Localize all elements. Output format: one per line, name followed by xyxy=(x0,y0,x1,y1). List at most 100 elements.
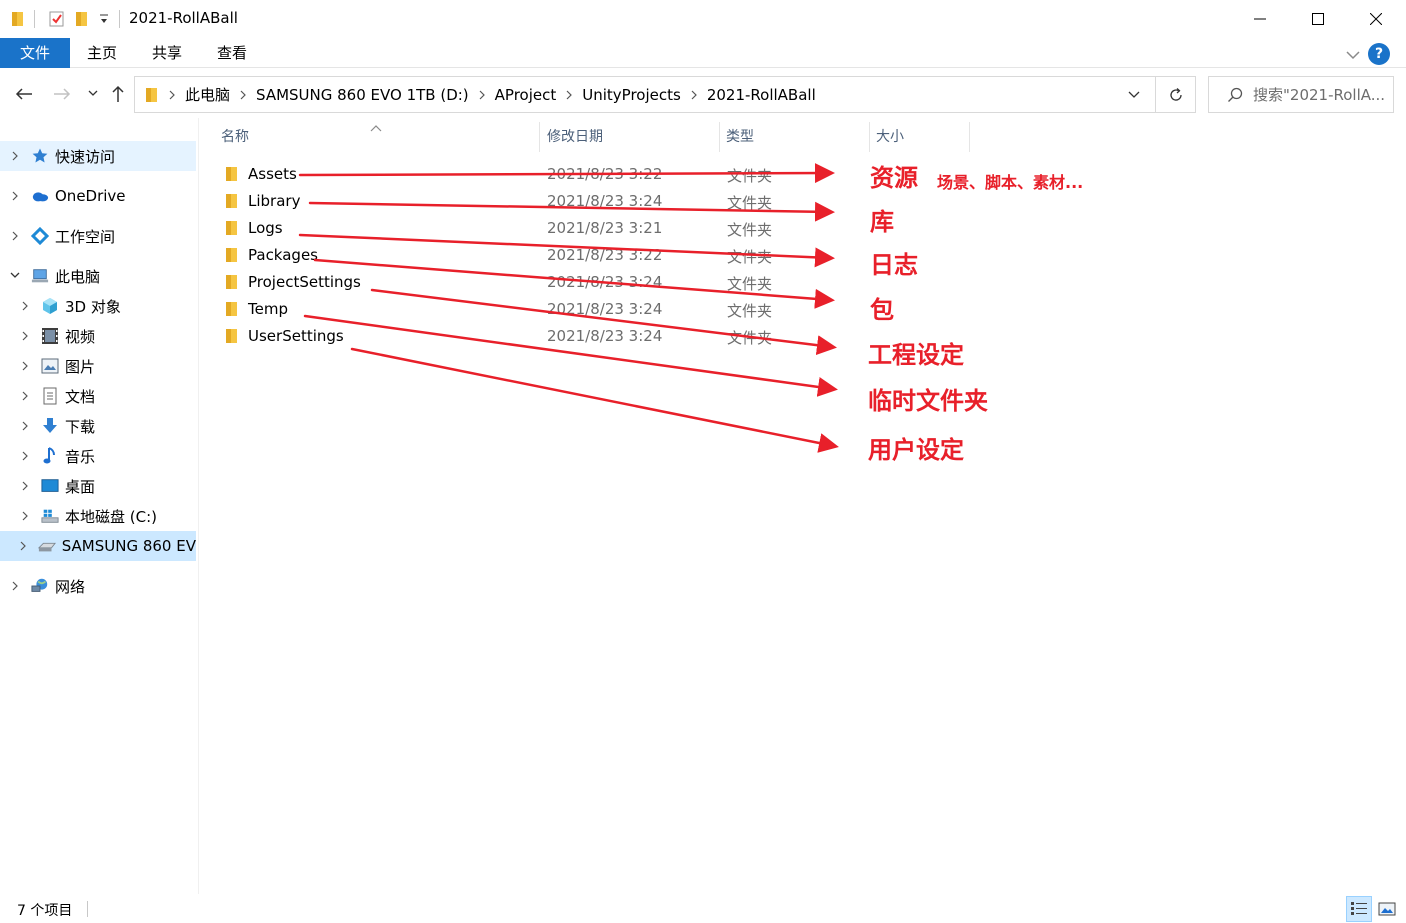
chevron-right-icon[interactable] xyxy=(9,190,21,202)
sidebar-item-videos[interactable]: 视频 xyxy=(0,321,196,351)
window-title: 2021-RollABall xyxy=(129,9,238,27)
status-bar: 7 个项目 xyxy=(0,894,1406,923)
breadcrumb-item[interactable]: 此电脑 xyxy=(185,84,230,105)
title-bar: 2021-RollABall xyxy=(0,0,1406,38)
chevron-right-icon[interactable] xyxy=(19,450,31,462)
properties-icon[interactable] xyxy=(48,10,66,28)
chevron-right-icon[interactable] xyxy=(19,540,28,552)
breadcrumb-item[interactable]: AProject xyxy=(495,86,557,104)
sidebar-item-label: 视频 xyxy=(65,327,96,346)
sidebar-item-this-pc[interactable]: 此电脑 xyxy=(0,261,196,291)
back-button[interactable] xyxy=(12,82,36,106)
minimize-button[interactable] xyxy=(1231,0,1289,38)
star-icon xyxy=(31,147,49,165)
details-view-icon xyxy=(1351,902,1367,915)
breadcrumb-item[interactable]: SAMSUNG 860 EVO 1TB (D:) xyxy=(256,86,469,104)
chevron-right-icon[interactable] xyxy=(239,90,247,100)
tab-file[interactable]: 文件 xyxy=(0,38,70,68)
chevron-right-icon[interactable] xyxy=(19,390,31,402)
file-type: 文件夹 xyxy=(727,329,773,347)
sidebar-item-music[interactable]: 音乐 xyxy=(0,441,196,471)
address-bar[interactable]: 此电脑 SAMSUNG 860 EVO 1TB (D:) AProject Un… xyxy=(134,76,1196,113)
chevron-right-icon[interactable] xyxy=(690,90,698,100)
recent-locations-button[interactable] xyxy=(81,82,105,106)
sidebar-item-quick-access[interactable]: 快速访问 xyxy=(0,141,196,171)
large-icons-view-button[interactable] xyxy=(1374,896,1400,922)
customize-quick-access-icon[interactable] xyxy=(98,12,116,30)
column-header-type[interactable]: 类型 xyxy=(720,122,870,152)
file-row[interactable]: Temp 2021/8/23 3:24 文件夹 xyxy=(216,296,976,323)
back-arrow-icon xyxy=(15,88,32,100)
folder-icon[interactable] xyxy=(10,10,28,28)
chevron-right-icon[interactable] xyxy=(19,300,31,312)
chevron-right-icon[interactable] xyxy=(168,90,176,100)
help-button[interactable]: ? xyxy=(1368,43,1390,65)
file-name: Packages xyxy=(248,246,318,264)
file-row[interactable]: Assets 2021/8/23 3:22 文件夹 xyxy=(216,161,976,188)
chevron-right-icon[interactable] xyxy=(565,90,573,100)
sidebar-item-label: 快速访问 xyxy=(55,147,116,166)
tab-view[interactable]: 查看 xyxy=(204,38,260,68)
tab-home[interactable]: 主页 xyxy=(74,38,130,68)
chevron-right-icon[interactable] xyxy=(19,330,31,342)
chevron-down-icon xyxy=(88,90,98,96)
chevron-right-icon[interactable] xyxy=(19,420,31,432)
file-type: 文件夹 xyxy=(727,302,773,320)
close-button[interactable] xyxy=(1347,0,1405,38)
sidebar-item-workspace[interactable]: 工作空间 xyxy=(0,221,196,251)
column-header-size[interactable]: 大小 xyxy=(870,122,970,152)
workspace-icon xyxy=(31,227,49,245)
file-row[interactable]: Library 2021/8/23 3:24 文件夹 xyxy=(216,188,976,215)
forward-button[interactable] xyxy=(50,82,74,106)
new-folder-icon[interactable] xyxy=(74,10,92,28)
file-name: UserSettings xyxy=(248,327,344,345)
sidebar-item-3d-objects[interactable]: 3D 对象 xyxy=(0,291,196,321)
column-header-name[interactable]: 名称 xyxy=(215,122,540,152)
file-type: 文件夹 xyxy=(727,275,773,293)
expand-ribbon-icon[interactable] xyxy=(1346,46,1360,64)
chevron-right-icon[interactable] xyxy=(19,480,31,492)
video-icon xyxy=(41,327,59,345)
details-view-button[interactable] xyxy=(1346,896,1372,922)
sidebar-item-label: SAMSUNG 860 EV xyxy=(61,537,196,555)
folder-icon xyxy=(224,166,240,186)
sidebar-item-samsung-drive[interactable]: SAMSUNG 860 EV xyxy=(0,531,196,561)
breadcrumb-item[interactable]: UnityProjects xyxy=(582,86,681,104)
chevron-right-icon[interactable] xyxy=(478,90,486,100)
sidebar-item-pictures[interactable]: 图片 xyxy=(0,351,196,381)
sidebar-item-local-disk-c[interactable]: 本地磁盘 (C:) xyxy=(0,501,196,531)
column-header-date[interactable]: 修改日期 xyxy=(541,122,720,152)
sidebar-item-desktop[interactable]: 桌面 xyxy=(0,471,196,501)
annotation-packages: 包 xyxy=(870,296,894,324)
file-row[interactable]: Logs 2021/8/23 3:21 文件夹 xyxy=(216,215,976,242)
breadcrumb-item[interactable]: 2021-RollABall xyxy=(707,86,816,104)
sidebar-item-onedrive[interactable]: OneDrive xyxy=(0,181,196,211)
search-input[interactable]: 搜索"2021-RollA... xyxy=(1208,76,1394,113)
file-row[interactable]: Packages 2021/8/23 3:22 文件夹 xyxy=(216,242,976,269)
chevron-right-icon[interactable] xyxy=(9,150,21,162)
sidebar-item-documents[interactable]: 文档 xyxy=(0,381,196,411)
chevron-right-icon[interactable] xyxy=(9,230,21,242)
file-row[interactable]: UserSettings 2021/8/23 3:24 文件夹 xyxy=(216,323,976,350)
chevron-down-icon[interactable] xyxy=(9,270,21,282)
file-date: 2021/8/23 3:24 xyxy=(547,327,663,345)
tab-share[interactable]: 共享 xyxy=(139,38,195,68)
sidebar-item-downloads[interactable]: 下载 xyxy=(0,411,196,441)
cube-icon xyxy=(41,297,59,315)
sidebar-item-label: 图片 xyxy=(65,357,96,376)
sidebar-item-network[interactable]: 网络 xyxy=(0,571,196,601)
file-row[interactable]: ProjectSettings 2021/8/23 3:24 文件夹 xyxy=(216,269,976,296)
sidebar-item-label: 文档 xyxy=(65,387,96,406)
network-icon xyxy=(31,577,49,595)
maximize-button[interactable] xyxy=(1289,0,1347,38)
annotation-project-settings: 工程设定 xyxy=(868,341,964,369)
up-button[interactable] xyxy=(106,82,130,106)
search-icon xyxy=(1227,87,1243,103)
close-icon xyxy=(1370,13,1382,25)
folder-icon xyxy=(224,274,240,294)
refresh-button[interactable] xyxy=(1155,77,1195,112)
address-history-button[interactable] xyxy=(1115,77,1153,112)
chevron-right-icon[interactable] xyxy=(9,580,21,592)
chevron-right-icon[interactable] xyxy=(19,360,31,372)
chevron-right-icon[interactable] xyxy=(19,510,31,522)
